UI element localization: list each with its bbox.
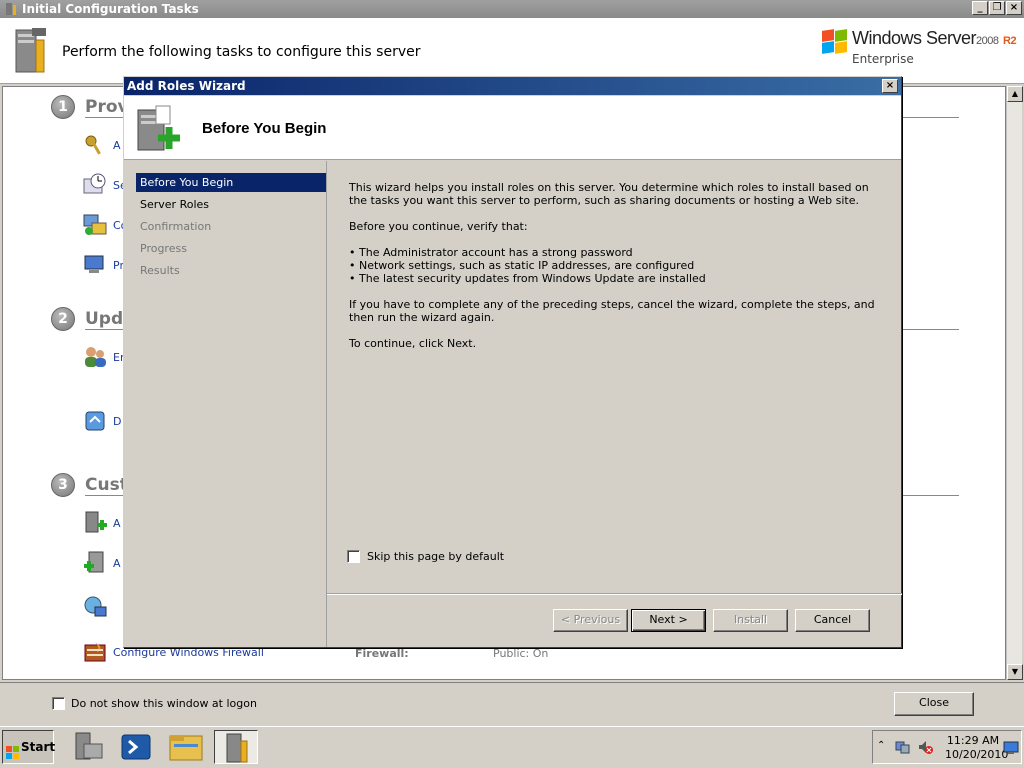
task-label: A	[113, 557, 121, 570]
clock[interactable]: 11:29 AM 10/20/2010	[945, 734, 1009, 762]
close-button[interactable]: Close	[894, 692, 974, 716]
task-configure-networking[interactable]: Co	[83, 213, 127, 239]
install-button: Install	[713, 609, 788, 632]
nav-progress: Progress	[140, 242, 187, 255]
bullet-item: • The latest security updates from Windo…	[349, 272, 706, 285]
server-manager-taskbar-icon[interactable]	[66, 730, 110, 764]
brand-r2: R2	[1003, 35, 1017, 47]
key-icon	[83, 133, 107, 157]
powershell-taskbar-icon[interactable]	[114, 730, 158, 764]
dialog-close-icon[interactable]: ×	[882, 79, 898, 93]
task-configure-firewall[interactable]: Configure Windows Firewall	[83, 639, 264, 665]
add-roles-wizard-dialog: Add Roles Wizard × Before You Begin Befo…	[123, 76, 902, 648]
restore-button[interactable]: ❐	[989, 1, 1005, 15]
header-text: Perform the following tasks to configure…	[62, 44, 421, 60]
clock-icon	[83, 173, 107, 197]
users-icon	[83, 345, 107, 369]
dialog-heading: Before You Begin	[202, 120, 327, 137]
clock-date: 10/20/2010	[945, 748, 1009, 761]
window-header: Perform the following tasks to configure…	[0, 18, 1024, 84]
task-download-updates[interactable]: D	[83, 409, 121, 435]
cancel-button[interactable]: Cancel	[795, 609, 870, 632]
nav-results: Results	[140, 264, 180, 277]
clock-time: 11:29 AM	[946, 734, 1000, 747]
network-tray-icon[interactable]	[895, 739, 911, 758]
dont-show-label: Do not show this window at logon	[71, 697, 257, 710]
start-button[interactable]: Start	[2, 730, 56, 764]
volume-muted-icon[interactable]	[917, 739, 933, 758]
explorer-taskbar-icon[interactable]	[164, 730, 208, 764]
bullet-item: • Network settings, such as static IP ad…	[349, 259, 695, 272]
window-footer: Do not show this window at logon Close	[0, 682, 1024, 726]
firewall-label: Firewall:	[355, 647, 409, 660]
windows-server-logo: Windows Server2008 R2 Enterprise	[822, 28, 1017, 78]
task-label: D	[113, 415, 122, 428]
server-add-role-icon	[134, 104, 184, 154]
section-number: 3	[51, 473, 75, 497]
brand-edition: Enterprise	[852, 52, 914, 66]
network-icon	[83, 213, 107, 237]
computer-icon	[83, 253, 107, 277]
nav-server-roles[interactable]: Server Roles	[136, 195, 326, 214]
verify-text: Before you continue, verify that:	[349, 220, 528, 233]
show-desktop-icon[interactable]	[1003, 740, 1019, 759]
scroll-up-icon[interactable]: ▲	[1007, 86, 1023, 102]
task-add-roles[interactable]: A	[83, 511, 121, 537]
dialog-title: Add Roles Wizard	[127, 79, 246, 93]
add-features-icon	[83, 551, 107, 575]
remote-desktop-icon	[83, 595, 107, 619]
taskbar: Start ⌃ 11:29 AM 10/20/2010	[0, 726, 1024, 768]
task-enable-updates[interactable]: En	[83, 345, 127, 371]
firewall-icon	[83, 639, 107, 663]
close-window-button[interactable]: ×	[1006, 1, 1022, 15]
server-tools-icon	[4, 2, 18, 16]
brand-version: 2008	[976, 35, 999, 47]
intro-text: This wizard helps you install roles on t…	[349, 181, 869, 207]
dialog-header: Before You Begin	[124, 96, 901, 160]
firewall-value: Public: On	[493, 647, 549, 660]
skip-page-checkbox[interactable]	[347, 550, 360, 563]
windows-flag-icon	[6, 740, 20, 759]
preceding-steps-text: If you have to complete any of the prece…	[349, 298, 875, 324]
previous-button: < Previous	[553, 609, 628, 632]
dont-show-checkbox[interactable]	[52, 697, 65, 710]
task-enable-remote-desktop[interactable]	[83, 595, 113, 621]
nav-confirmation: Confirmation	[140, 220, 212, 233]
brand-name: Windows Server	[852, 28, 977, 48]
task-set-time-zone[interactable]: Se	[83, 173, 127, 199]
server-configuration-icon	[14, 26, 48, 76]
task-label: A	[113, 517, 121, 530]
window-titlebar[interactable]: Initial Configuration Tasks	[0, 0, 1024, 18]
bullet-list: • The Administrator account has a strong…	[349, 246, 889, 285]
continue-text: To continue, click Next.	[349, 337, 477, 350]
dont-show-option[interactable]: Do not show this window at logon	[52, 697, 257, 710]
task-label: A	[113, 139, 121, 152]
wizard-content: This wizard helps you install roles on t…	[326, 161, 902, 647]
bullet-item: • The Administrator account has a strong…	[349, 246, 633, 259]
skip-page-option[interactable]: Skip this page by default	[347, 550, 504, 563]
scroll-down-icon[interactable]: ▼	[1007, 664, 1023, 680]
windows-flag-icon	[822, 29, 850, 56]
start-label: Start	[21, 740, 56, 754]
vertical-scrollbar[interactable]: ▲ ▼	[1006, 86, 1023, 680]
section-number: 1	[51, 95, 75, 119]
add-roles-icon	[83, 511, 107, 535]
task-activate[interactable]: A	[83, 133, 121, 159]
system-tray: ⌃ 11:29 AM 10/20/2010	[872, 730, 1022, 764]
skip-page-label: Skip this page by default	[367, 550, 505, 563]
nav-before-you-begin[interactable]: Before You Begin	[136, 173, 326, 192]
minimize-button[interactable]: _	[972, 1, 988, 15]
dialog-titlebar[interactable]: Add Roles Wizard ×	[124, 77, 901, 95]
task-add-features[interactable]: A	[83, 551, 121, 577]
section-number: 2	[51, 307, 75, 331]
window-title: Initial Configuration Tasks	[22, 2, 199, 16]
next-button[interactable]: Next >	[631, 609, 706, 632]
show-hidden-icons-icon[interactable]: ⌃	[877, 740, 885, 751]
initial-config-taskbar-icon[interactable]	[214, 730, 258, 764]
wizard-steps-nav: Before You Begin Server Roles Confirmati…	[126, 161, 326, 647]
windows-update-icon	[83, 409, 107, 433]
task-provide-computer-name[interactable]: Pr	[83, 253, 124, 279]
